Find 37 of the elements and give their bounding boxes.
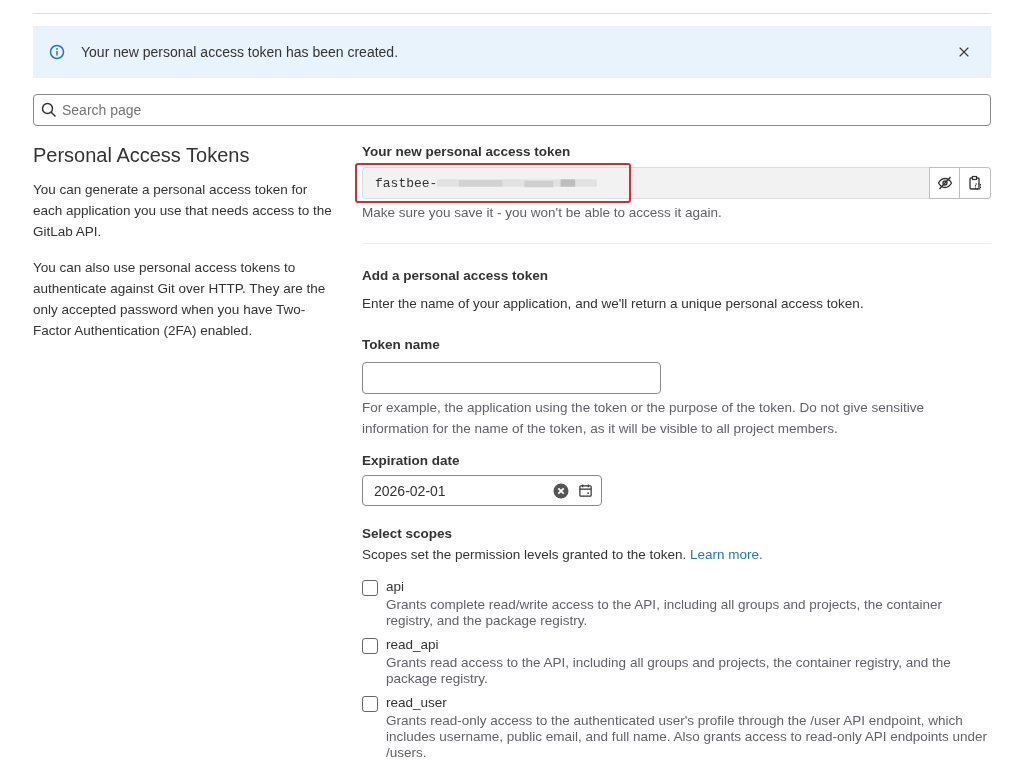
field-label: Your new personal access token <box>362 144 572 159</box>
clear-icon[interactable] <box>553 482 569 499</box>
description-text: You can generate a personal access token for each application you use that needs access to the GitLab API. <box>33 181 333 241</box>
info-icon <box>49 44 65 60</box>
token-value: fastbee- <box>375 175 438 191</box>
scope-description: Grants complete read/write access to the API, including all groups and projects, the container registry, and the package registry. <box>386 597 944 629</box>
scope-name: read_user <box>386 695 448 710</box>
alert-message: Your new personal access token has been created. <box>81 44 400 60</box>
close-icon <box>957 45 971 59</box>
search-icon <box>41 102 57 118</box>
eye-slash-icon <box>936 175 953 191</box>
checkbox[interactable] <box>362 696 378 712</box>
field-label: Expiration date <box>362 453 461 468</box>
description-text: You can also use personal access tokens to authenticate against Git over HTTP. They are the only accepted password when you have Two-Factor Authentication (2FA) enabled. <box>33 259 327 340</box>
scope-name: read_api <box>386 637 440 652</box>
date-field[interactable]: 2026-02-01 <box>362 475 602 506</box>
section-title: Personal Access Tokens <box>33 144 251 167</box>
calendar-icon[interactable] <box>578 483 593 498</box>
learn-more-link[interactable]: Learn more. <box>689 547 763 562</box>
scope-description: Grants read-only access to the authenticated user's profile through the /user API endpoint, which includes username, public email, and full name. Also grants access to read-only API endpoints under /users. <box>386 713 989 761</box>
scopes-description: Scopes set the permission levels granted to the token. <box>362 547 687 562</box>
scope-description: Grants read access to the API, including all groups and projects, the container registry, and the package registry. <box>386 655 952 687</box>
help-text: Make sure you save it - you won't be able to access it again. <box>362 204 723 222</box>
token-name-field[interactable] <box>362 362 661 394</box>
checkbox[interactable] <box>362 638 378 654</box>
copy-button[interactable] <box>960 167 991 199</box>
search-field[interactable]: Search page <box>33 94 991 126</box>
field-label: Select scopes <box>362 526 454 541</box>
field-label: Token name <box>362 337 441 352</box>
date-value: 2026-02-01 <box>374 482 447 499</box>
scope-name: api <box>386 579 405 594</box>
checkbox[interactable] <box>362 580 378 596</box>
help-text: For example, the application using the token or the purpose of the token. Do not give sensitive information for the name of the token, as it will be visible to all project members. <box>362 399 926 438</box>
visibility-button[interactable] <box>929 167 960 199</box>
clipboard-icon <box>967 175 983 191</box>
form-description: Enter the name of your application, and we'll return a unique personal access token. <box>362 296 865 311</box>
form-title: Add a personal access token <box>362 268 550 283</box>
